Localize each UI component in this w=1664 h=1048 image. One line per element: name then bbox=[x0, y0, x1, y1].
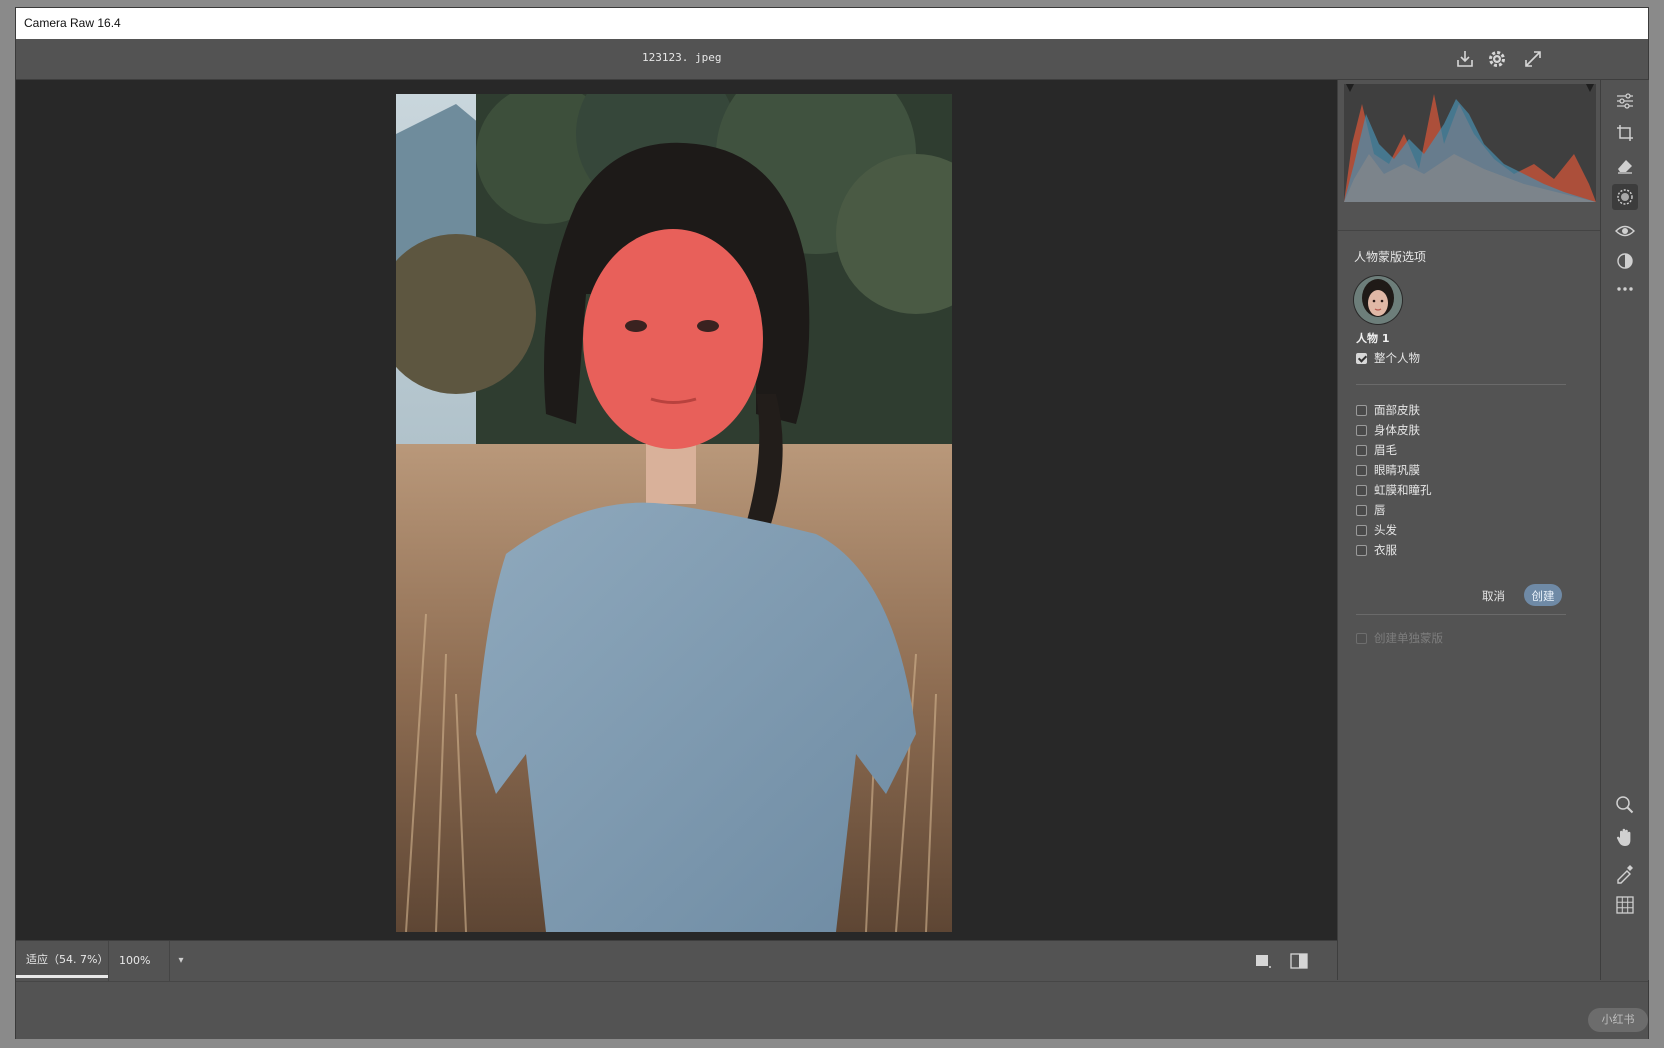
mask-options-panel: 人物蒙版选项 人物 1 整个人物 面部皮肤 身体皮肤 眉毛 眼睛巩膜 虹膜和瞳孔… bbox=[1337, 80, 1601, 980]
checkbox-icon[interactable] bbox=[1356, 424, 1367, 436]
footer-bar bbox=[16, 981, 1648, 1039]
file-name: 123123. jpeg bbox=[642, 51, 722, 64]
expand-icon[interactable] bbox=[1522, 48, 1544, 70]
top-toolbar: 123123. jpeg bbox=[16, 39, 1648, 80]
part-checkbox-iris-pupil[interactable]: 虹膜和瞳孔 bbox=[1356, 482, 1432, 498]
part-label: 唇 bbox=[1374, 503, 1386, 517]
person-label: 人物 1 bbox=[1356, 332, 1390, 345]
checkbox-icon[interactable] bbox=[1356, 524, 1367, 536]
photo-preview[interactable] bbox=[396, 94, 952, 932]
part-label: 面部皮肤 bbox=[1374, 403, 1420, 417]
title-bar: Camera Raw 16.4 bbox=[16, 8, 1648, 39]
create-button[interactable]: 创建 bbox=[1524, 584, 1562, 606]
part-label: 身体皮肤 bbox=[1374, 423, 1420, 437]
single-view-icon[interactable] bbox=[1252, 951, 1274, 971]
checkbox-icon[interactable] bbox=[1356, 444, 1367, 456]
image-canvas[interactable] bbox=[16, 80, 1337, 940]
zoom-100-button[interactable]: 100% bbox=[108, 941, 170, 981]
color-sampler-icon[interactable] bbox=[1614, 862, 1636, 884]
mask-icon[interactable] bbox=[1612, 184, 1638, 210]
checkbox-icon[interactable] bbox=[1356, 544, 1367, 556]
checkbox-icon[interactable] bbox=[1356, 504, 1367, 516]
redeye-icon[interactable] bbox=[1614, 220, 1636, 242]
zoom-fit-button[interactable]: 适应（54. 7%） bbox=[16, 941, 108, 978]
histogram bbox=[1344, 84, 1596, 202]
part-checkbox-eye-sclera[interactable]: 眼睛巩膜 bbox=[1356, 462, 1420, 478]
watermark: 小红书 bbox=[1588, 1008, 1648, 1032]
portrait-image bbox=[396, 94, 952, 932]
part-label: 眉毛 bbox=[1374, 443, 1397, 457]
part-label: 眼睛巩膜 bbox=[1374, 463, 1420, 477]
checkbox-icon bbox=[1356, 632, 1367, 644]
part-checkbox-hair[interactable]: 头发 bbox=[1356, 522, 1397, 538]
presets-icon[interactable] bbox=[1614, 250, 1636, 272]
panel-divider bbox=[1338, 230, 1601, 231]
grid-icon[interactable] bbox=[1614, 894, 1636, 916]
gear-icon[interactable] bbox=[1486, 48, 1508, 70]
bottom-toolbar: 适应（54. 7%） 100% ▾ bbox=[16, 940, 1337, 981]
part-label: 衣服 bbox=[1374, 543, 1397, 557]
download-icon[interactable] bbox=[1454, 48, 1476, 70]
crop-icon[interactable] bbox=[1614, 122, 1636, 144]
tool-strip bbox=[1600, 80, 1649, 980]
checkbox-checked-icon[interactable] bbox=[1356, 352, 1367, 364]
section-title: 人物蒙版选项 bbox=[1354, 250, 1427, 264]
separate-masks-label: 创建单独蒙版 bbox=[1374, 631, 1443, 645]
sliders-icon[interactable] bbox=[1614, 90, 1636, 112]
window-title: Camera Raw 16.4 bbox=[24, 16, 121, 30]
part-label: 虹膜和瞳孔 bbox=[1374, 483, 1432, 497]
eraser-icon[interactable] bbox=[1614, 154, 1636, 176]
more-icon[interactable] bbox=[1614, 278, 1636, 300]
whole-person-checkbox[interactable]: 整个人物 bbox=[1356, 350, 1420, 366]
avatar[interactable] bbox=[1354, 276, 1402, 324]
before-after-icon[interactable] bbox=[1288, 951, 1310, 971]
checkbox-icon[interactable] bbox=[1356, 404, 1367, 416]
part-checkbox-clothes[interactable]: 衣服 bbox=[1356, 542, 1397, 558]
whole-person-label: 整个人物 bbox=[1374, 351, 1420, 365]
divider bbox=[1356, 384, 1566, 385]
part-checkbox-lips[interactable]: 唇 bbox=[1356, 502, 1386, 518]
zoom-dropdown-chevron-down-icon[interactable]: ▾ bbox=[170, 941, 192, 981]
part-label: 头发 bbox=[1374, 523, 1397, 537]
separate-masks-checkbox: 创建单独蒙版 bbox=[1356, 630, 1443, 646]
part-checkbox-body-skin[interactable]: 身体皮肤 bbox=[1356, 422, 1420, 438]
checkbox-icon[interactable] bbox=[1356, 464, 1367, 476]
part-checkbox-face-skin[interactable]: 面部皮肤 bbox=[1356, 402, 1420, 418]
camera-raw-window: Camera Raw 16.4 123123. jpeg 适应（54. 7%） … bbox=[16, 8, 1649, 1039]
divider bbox=[1356, 614, 1566, 615]
part-checkbox-eyebrows[interactable]: 眉毛 bbox=[1356, 442, 1397, 458]
checkbox-icon[interactable] bbox=[1356, 484, 1367, 496]
cancel-button[interactable]: 取消 bbox=[1482, 588, 1505, 604]
zoom-icon[interactable] bbox=[1614, 794, 1636, 816]
hand-icon[interactable] bbox=[1614, 826, 1636, 848]
